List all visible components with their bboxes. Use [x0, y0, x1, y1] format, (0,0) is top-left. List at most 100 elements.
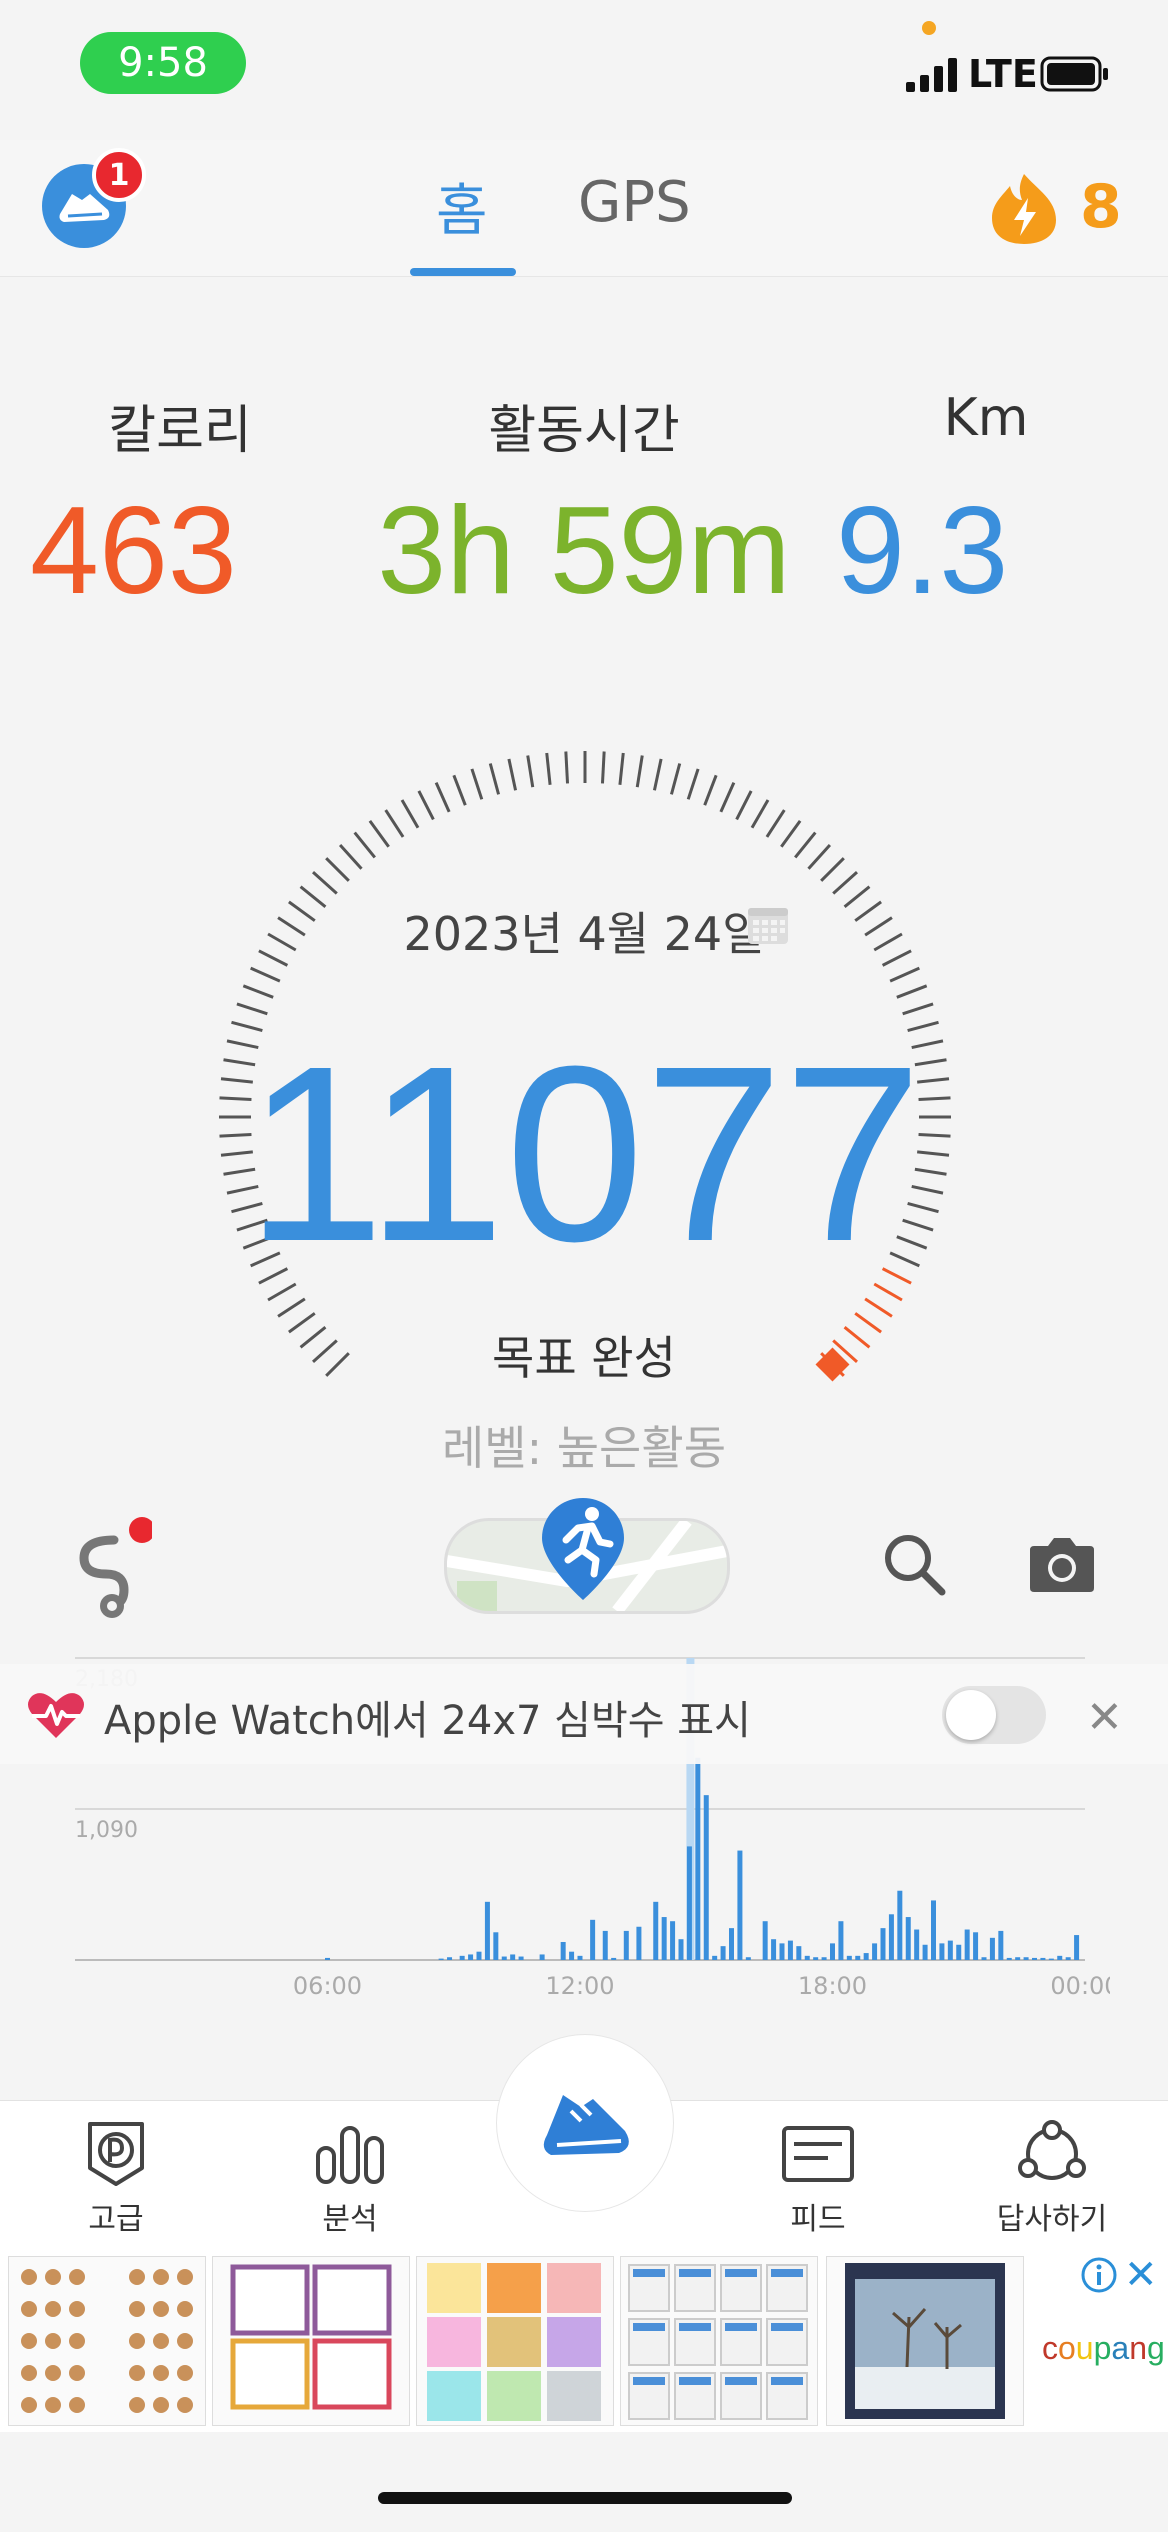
route-history-icon[interactable] — [62, 1510, 152, 1620]
ad-product-thumbnail[interactable] — [826, 2256, 1024, 2426]
chart-bar — [964, 1929, 970, 1960]
gauge-tick — [889, 966, 920, 983]
chart-bar — [956, 1944, 962, 1960]
chart-bar — [510, 1954, 516, 1960]
premium-p-icon — [88, 2122, 144, 2186]
nav-analysis-label: 분석 — [322, 2202, 378, 2237]
ad-close-icon[interactable]: ✕ — [1124, 2252, 1158, 2298]
goal-status: 목표 완성 — [492, 1331, 676, 1385]
chart-bar — [855, 1955, 861, 1960]
chart-bar — [1040, 1957, 1046, 1960]
gauge-tick — [470, 768, 484, 800]
chart-bar — [796, 1946, 802, 1960]
search-icon[interactable] — [880, 1530, 948, 1598]
bar-chart-icon — [316, 2126, 384, 2184]
privacy-indicator-dot — [922, 21, 936, 35]
chart-bar — [880, 1928, 886, 1960]
chart-bar — [998, 1930, 1004, 1960]
gauge-tick — [864, 1297, 893, 1318]
chart-bar — [1006, 1957, 1012, 1960]
network-type: LTE — [968, 52, 1038, 96]
camera-icon[interactable] — [1026, 1536, 1098, 1594]
chart-bar — [484, 1901, 490, 1960]
gauge-tick — [719, 782, 736, 813]
ad-product-thumbnail[interactable] — [620, 2256, 818, 2426]
gauge-tick — [635, 755, 644, 788]
nav-feed-label: 피드 — [790, 2202, 846, 2237]
chart-bar — [931, 1900, 936, 1960]
toggle-knob[interactable] — [946, 1690, 996, 1740]
chart-bar — [569, 1951, 575, 1960]
calories-value: 463 — [30, 482, 237, 620]
ad-info-icon[interactable] — [1080, 2256, 1118, 2294]
streak-count: 8 — [1080, 172, 1122, 242]
nav-activity[interactable] — [496, 2034, 674, 2212]
chart-xtick-label: 18:00 — [798, 1972, 867, 2000]
chart-bar — [1032, 1957, 1037, 1960]
chart-bar — [779, 1943, 785, 1960]
gauge-tick — [807, 844, 832, 870]
tab-gps[interactable]: GPS — [578, 170, 691, 235]
gauge-tick — [545, 752, 552, 785]
chart-bar — [611, 1957, 617, 1960]
chart-bar — [1065, 1957, 1071, 1960]
chart-bar — [745, 1957, 751, 1960]
ad-brand-logo[interactable]: coupang — [1042, 2330, 1165, 2367]
gauge-tick — [400, 799, 420, 829]
banner-close-icon[interactable]: ✕ — [1086, 1692, 1123, 1743]
chart-bar — [493, 1932, 499, 1960]
calendar-icon[interactable] — [744, 900, 792, 948]
gauge-tick — [896, 984, 928, 999]
chart-bar — [905, 1917, 911, 1960]
chart-bar — [922, 1944, 928, 1960]
gauge-tick — [686, 768, 700, 800]
ad-product-thumbnail[interactable] — [8, 2256, 206, 2426]
date-label[interactable]: 2023년 4월 24일 — [0, 898, 1168, 964]
run-pin-icon[interactable] — [538, 1494, 628, 1604]
chart-bar — [897, 1890, 903, 1960]
step-count: 11077 — [245, 1014, 923, 1293]
active-time-value: 3h 59m — [377, 482, 791, 620]
chart-bar — [602, 1930, 608, 1960]
chart-bar — [914, 1929, 920, 1960]
status-time: 9:58 — [80, 32, 246, 94]
chart-bar — [712, 1955, 718, 1960]
chart-bar — [623, 1930, 629, 1960]
home-indicator — [378, 2492, 792, 2504]
chart-bar — [476, 1951, 482, 1960]
distance-label: Km — [943, 388, 1029, 448]
chart-bar — [1057, 1955, 1063, 1960]
chart-bar — [1015, 1957, 1021, 1960]
tab-home[interactable]: 홈 — [436, 166, 488, 247]
chart-bar — [686, 1846, 692, 1960]
chart-bar — [518, 1956, 524, 1960]
explore-icon — [1018, 2120, 1086, 2180]
gauge-tick — [312, 870, 338, 895]
chart-bar — [830, 1943, 835, 1960]
gauge-tick — [820, 857, 845, 882]
chart-bar — [872, 1943, 878, 1960]
gauge-tick — [488, 763, 501, 795]
chart-bar — [325, 1957, 330, 1960]
chart-bar — [468, 1954, 474, 1960]
chart-bar — [804, 1955, 810, 1960]
gauge-tick — [564, 751, 570, 784]
gauge-tick — [669, 763, 682, 795]
chart-bar — [560, 1941, 566, 1960]
chart-bar — [737, 1850, 743, 1960]
ad-product-thumbnail[interactable] — [212, 2256, 410, 2426]
chart-bar — [821, 1957, 827, 1960]
gauge-tick — [384, 809, 405, 838]
ad-product-thumbnail[interactable] — [416, 2256, 614, 2426]
chart-bar — [838, 1921, 844, 1960]
chart-bar — [720, 1946, 726, 1960]
gauge-tick — [417, 790, 435, 821]
chart-bar — [729, 1928, 734, 1960]
activity-level: 레벨: 높은활동 — [441, 1421, 727, 1475]
chart-bar — [661, 1917, 667, 1960]
cellular-signal-icon — [906, 58, 957, 92]
chart-xtick-label: 12:00 — [545, 1972, 614, 2000]
nav-premium-label: 고급 — [88, 2202, 144, 2237]
chart-bar — [703, 1795, 709, 1960]
flame-streak-icon[interactable] — [988, 172, 1060, 246]
